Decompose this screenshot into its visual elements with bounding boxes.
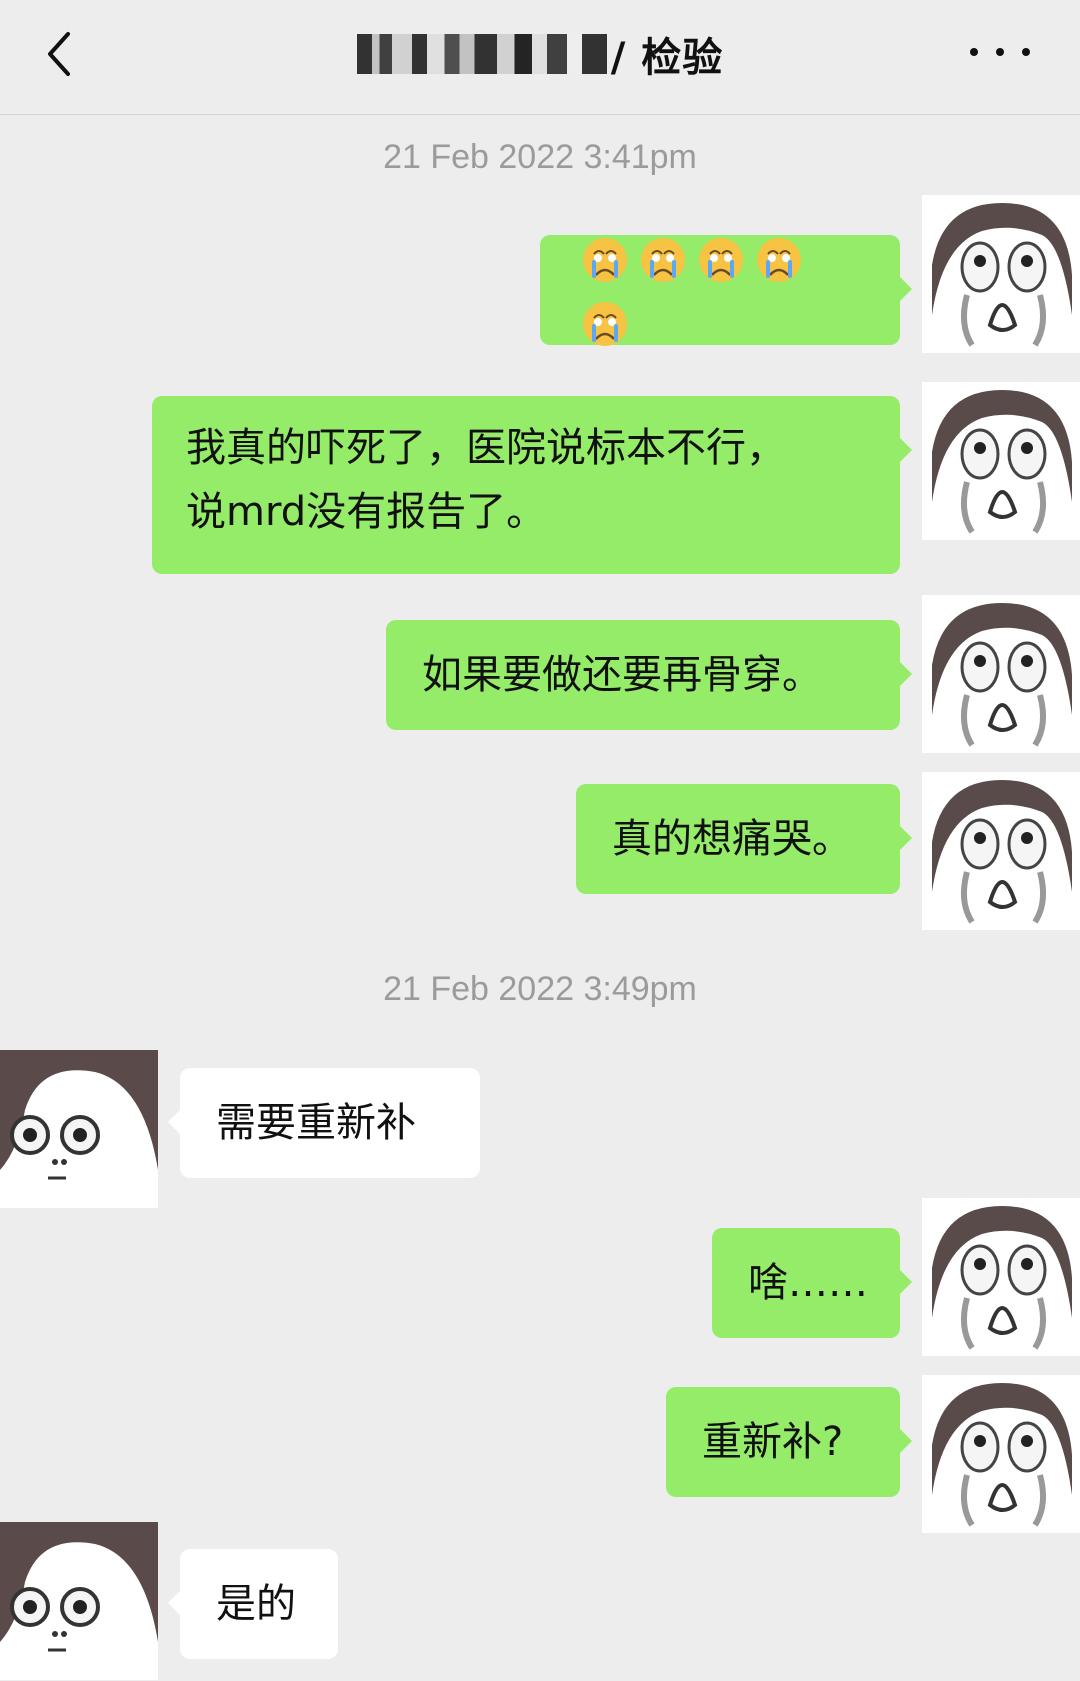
avatar[interactable] bbox=[922, 1198, 1080, 1356]
message-row: 需要重新补 bbox=[0, 1050, 1080, 1210]
avatar-sticker-icon bbox=[922, 195, 1080, 353]
avatar-sticker-icon bbox=[0, 1050, 158, 1208]
back-button[interactable] bbox=[38, 24, 78, 84]
message-row: 如果要做还要再骨穿。 bbox=[0, 595, 1080, 755]
message-bubble[interactable]: 真的想痛哭。 bbox=[576, 784, 912, 894]
avatar-sticker-icon bbox=[922, 772, 1080, 930]
chat-title: / 检验 bbox=[270, 24, 810, 84]
avatar-sticker-icon bbox=[922, 382, 1080, 540]
title-text: / 检验 bbox=[610, 35, 724, 81]
message-bubble[interactable]: 需要重新补 bbox=[168, 1068, 480, 1178]
avatar[interactable] bbox=[922, 382, 1080, 540]
emoji-row bbox=[576, 226, 864, 354]
message-bubble[interactable] bbox=[540, 235, 912, 346]
title-redacted bbox=[356, 34, 607, 74]
message-bubble[interactable]: 重新补? bbox=[666, 1387, 912, 1497]
crying-face-icon bbox=[757, 238, 801, 282]
avatar[interactable] bbox=[922, 595, 1080, 753]
avatar-sticker-icon bbox=[0, 1522, 158, 1680]
more-button[interactable] bbox=[970, 40, 1030, 64]
chat-header: / 检验 bbox=[0, 0, 1080, 115]
timestamp: 21 Feb 2022 3:41pm bbox=[383, 138, 697, 176]
avatar[interactable] bbox=[922, 772, 1080, 930]
message-bubble[interactable]: 是的 bbox=[168, 1549, 338, 1659]
message-row: 啥…… bbox=[0, 1198, 1080, 1358]
crying-face-icon bbox=[583, 302, 627, 346]
message-row: 重新补? bbox=[0, 1375, 1080, 1535]
dot-icon bbox=[970, 48, 978, 56]
dot-icon bbox=[1022, 48, 1030, 56]
crying-face-icon bbox=[583, 238, 627, 282]
chevron-left-icon bbox=[48, 32, 70, 76]
avatar-sticker-icon bbox=[922, 595, 1080, 753]
avatar[interactable] bbox=[0, 1522, 158, 1680]
crying-face-icon bbox=[699, 238, 743, 282]
dot-icon bbox=[996, 48, 1004, 56]
message-bubble[interactable]: 如果要做还要再骨穿。 bbox=[386, 620, 912, 730]
avatar-sticker-icon bbox=[922, 1198, 1080, 1356]
avatar-sticker-icon bbox=[922, 1375, 1080, 1533]
crying-face-icon bbox=[641, 238, 685, 282]
message-row: 我真的吓死了，医院说标本不行， 说mrd没有报告了。 bbox=[0, 382, 1080, 574]
timestamp: 21 Feb 2022 3:49pm bbox=[383, 970, 697, 1008]
message-bubble[interactable]: 啥…… bbox=[712, 1228, 912, 1338]
avatar[interactable] bbox=[922, 195, 1080, 353]
message-row: 真的想痛哭。 bbox=[0, 772, 1080, 932]
avatar[interactable] bbox=[922, 1375, 1080, 1533]
message-bubble[interactable]: 我真的吓死了，医院说标本不行， 说mrd没有报告了。 bbox=[152, 396, 912, 574]
message-row: 是的 bbox=[0, 1522, 1080, 1681]
avatar[interactable] bbox=[0, 1050, 158, 1208]
message-row bbox=[0, 195, 1080, 355]
